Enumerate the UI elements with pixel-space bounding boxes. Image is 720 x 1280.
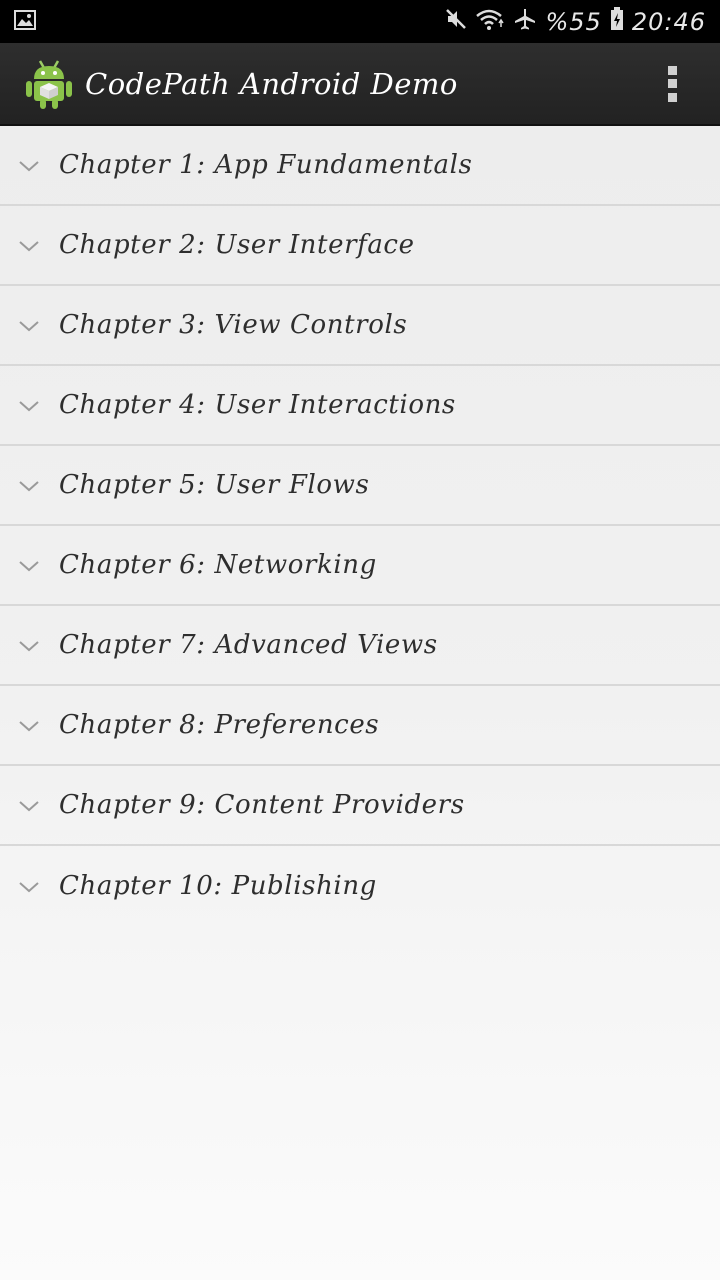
chapter-item-4[interactable]: Chapter 4: User Interactions — [0, 366, 720, 446]
chapter-list: Chapter 1: App Fundamentals Chapter 2: U… — [0, 126, 720, 926]
chapter-item-9[interactable]: Chapter 9: Content Providers — [0, 766, 720, 846]
chapter-label: Chapter 4: User Interactions — [59, 390, 456, 420]
chapter-item-6[interactable]: Chapter 6: Networking — [0, 526, 720, 606]
image-notification-icon — [14, 9, 36, 34]
chapter-item-7[interactable]: Chapter 7: Advanced Views — [0, 606, 720, 686]
chapter-label: Chapter 3: View Controls — [59, 310, 408, 340]
overflow-dot — [667, 92, 677, 102]
overflow-menu-icon[interactable] — [660, 64, 684, 104]
chapter-label: Chapter 5: User Flows — [59, 470, 370, 500]
chapter-item-10[interactable]: Chapter 10: Publishing — [0, 846, 720, 926]
chevron-down-icon — [18, 238, 40, 252]
battery-icon — [610, 6, 624, 37]
wifi-icon — [475, 7, 505, 37]
status-bar: %55 20:46 — [0, 0, 720, 43]
chapter-label: Chapter 8: Preferences — [59, 710, 380, 740]
chapter-item-5[interactable]: Chapter 5: User Flows — [0, 446, 720, 526]
chapter-label: Chapter 10: Publishing — [59, 871, 377, 901]
chapter-label: Chapter 6: Networking — [59, 550, 377, 580]
app-title: CodePath Android Demo — [85, 66, 458, 101]
battery-percent: %55 — [545, 7, 602, 36]
mute-icon — [445, 8, 467, 36]
chapter-label: Chapter 2: User Interface — [59, 230, 415, 260]
chevron-down-icon — [18, 158, 40, 172]
chapter-item-1[interactable]: Chapter 1: App Fundamentals — [0, 126, 720, 206]
chapter-item-8[interactable]: Chapter 8: Preferences — [0, 686, 720, 766]
chevron-down-icon — [18, 318, 40, 332]
chevron-down-icon — [18, 398, 40, 412]
chapter-label: Chapter 1: App Fundamentals — [59, 150, 473, 180]
chevron-down-icon — [18, 558, 40, 572]
airplane-icon — [513, 7, 537, 37]
chevron-down-icon — [18, 718, 40, 732]
chevron-down-icon — [18, 638, 40, 652]
chapter-item-2[interactable]: Chapter 2: User Interface — [0, 206, 720, 286]
chapter-label: Chapter 9: Content Providers — [59, 790, 465, 820]
android-app-icon[interactable] — [25, 58, 73, 110]
chevron-down-icon — [18, 478, 40, 492]
overflow-dot — [667, 79, 677, 88]
chapter-item-3[interactable]: Chapter 3: View Controls — [0, 286, 720, 366]
chevron-down-icon — [18, 798, 40, 812]
overflow-dot — [667, 65, 677, 75]
status-clock: 20:46 — [631, 7, 706, 36]
chevron-down-icon — [18, 879, 40, 893]
action-bar: CodePath Android Demo — [0, 43, 720, 126]
chapter-label: Chapter 7: Advanced Views — [59, 630, 438, 660]
